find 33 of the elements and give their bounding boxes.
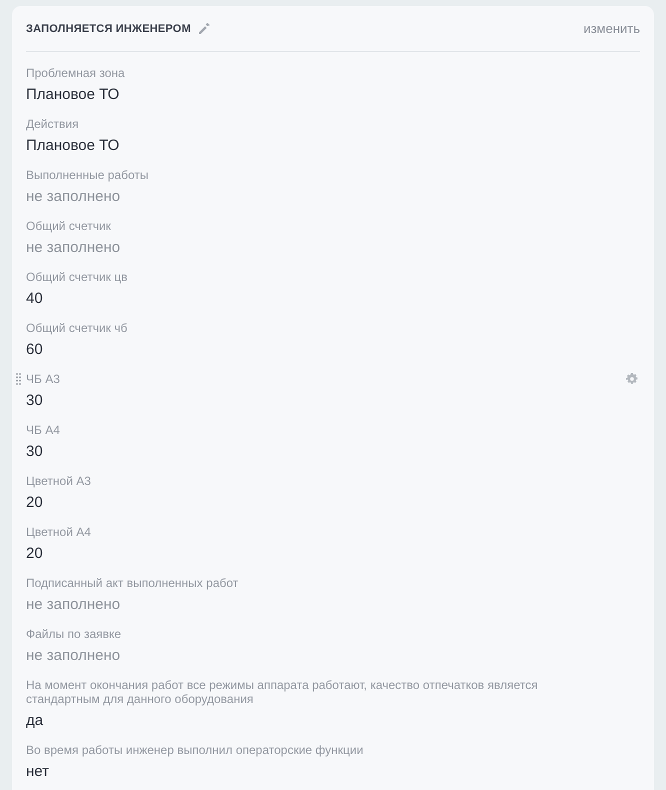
- field-value: 20: [26, 493, 44, 513]
- field-value: не заполнено: [26, 238, 122, 258]
- field-label: ЧБ А4: [26, 423, 61, 437]
- field-value: Плановое ТО: [26, 136, 120, 156]
- field-label: Выполненные работы: [26, 168, 150, 182]
- field-label: ЧБ А3: [26, 372, 61, 386]
- field-label: Подписанный акт выполненных работ: [26, 576, 240, 590]
- field-value: не заполнено: [26, 595, 122, 615]
- field-value: Плановое ТО: [26, 85, 120, 105]
- field-label: Общий счетчик цв: [26, 270, 128, 284]
- field-label: Действия: [26, 117, 80, 131]
- field-label: На момент окончания работ все режимы аппарата работают, качество отпечатков является стандартным для данного оборудования: [26, 678, 539, 706]
- field-label: Общий счетчик чб: [26, 321, 128, 335]
- field-value: 30: [26, 391, 44, 411]
- field-value: нет: [26, 762, 50, 782]
- settings-icon[interactable]: [626, 373, 638, 385]
- field-value: 40: [26, 289, 44, 309]
- field-label: Цветной А4: [26, 525, 92, 539]
- field-label: Файлы по заявке: [26, 627, 122, 641]
- drag-handle-icon[interactable]: [16, 373, 21, 385]
- field-label: Цветной А3: [26, 474, 92, 488]
- section-title: ЗАПОЛНЯЕТСЯ ИНЖЕНЕРОМ: [26, 22, 191, 36]
- field-label: Во время работы инженер выполнил операторские функции: [26, 743, 364, 757]
- field-label: Общий счетчик: [26, 219, 112, 233]
- field-value: не заполнено: [26, 187, 122, 207]
- pencil-icon[interactable]: [198, 23, 210, 34]
- field-value: да: [26, 711, 44, 731]
- field-value: 60: [26, 340, 44, 360]
- field-value: 20: [26, 544, 44, 564]
- edit-link[interactable]: изменить: [583, 20, 640, 36]
- field-value: 30: [26, 442, 44, 462]
- field-label: Проблемная зона: [26, 66, 126, 80]
- field-value: не заполнено: [26, 646, 122, 666]
